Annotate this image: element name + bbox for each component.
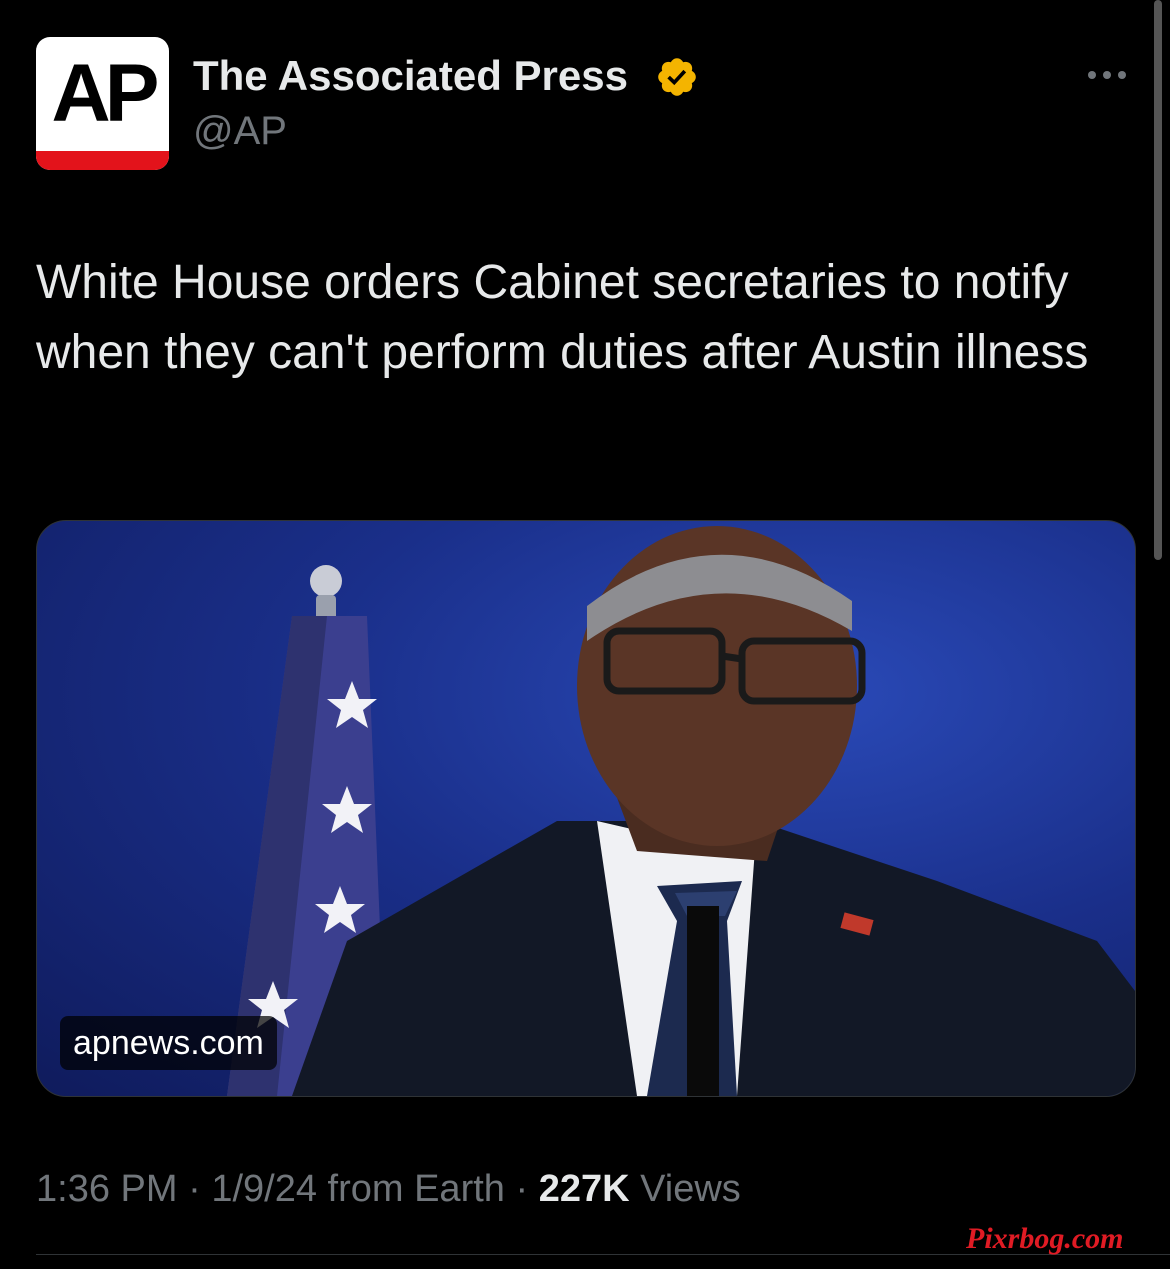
tweet-date[interactable]: 1/9/24 bbox=[211, 1168, 317, 1210]
tweet-time[interactable]: 1:36 PM bbox=[36, 1168, 178, 1210]
avatar-red-bar bbox=[36, 151, 169, 170]
meta-separator: · bbox=[188, 1168, 201, 1210]
tweet-text: White House orders Cabinet secretaries t… bbox=[36, 256, 1089, 379]
meta-separator: · bbox=[515, 1168, 529, 1210]
verified-badge-icon bbox=[658, 58, 696, 96]
author-handle[interactable]: @AP bbox=[193, 109, 287, 154]
avatar-logo-text: AP bbox=[51, 48, 160, 139]
views-label: Views bbox=[640, 1168, 741, 1210]
card-photo bbox=[227, 526, 1135, 1096]
tweet-meta: 1:36 PM · 1/9/24 from Earth · 227K Views bbox=[36, 1168, 741, 1211]
link-card[interactable] bbox=[36, 520, 1136, 1097]
views-count[interactable]: 227K bbox=[539, 1168, 630, 1210]
card-domain-badge: apnews.com bbox=[60, 1016, 277, 1070]
watermark: Pixrbog.com bbox=[966, 1222, 1124, 1255]
scrollbar[interactable] bbox=[1154, 0, 1162, 560]
author-display-name[interactable]: The Associated Press bbox=[193, 52, 628, 100]
tweet-source: from Earth bbox=[327, 1168, 505, 1210]
author-avatar[interactable]: AP bbox=[36, 37, 169, 170]
more-icon[interactable] bbox=[1084, 58, 1130, 92]
